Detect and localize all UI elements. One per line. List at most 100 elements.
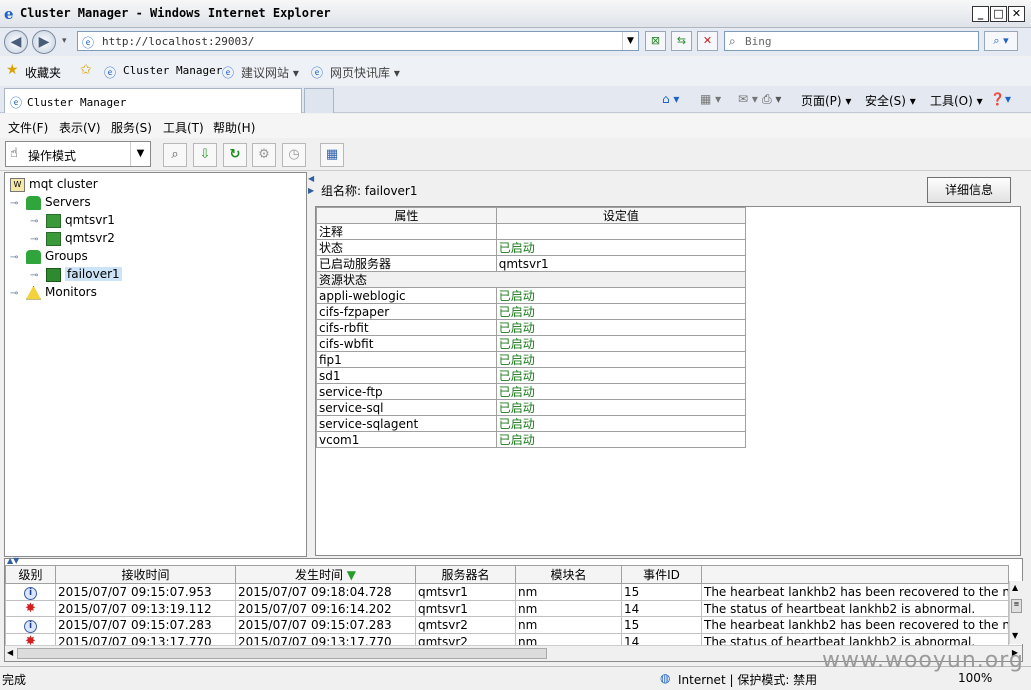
search-provider-icon: ⌕ [729, 34, 736, 48]
col-module-name[interactable]: 模块名 [515, 565, 622, 584]
fav-item-web-slice-gallery[interactable]: 网页快讯库 ▾ [330, 64, 400, 81]
property-row: cifs-wbfit 已启动 [316, 335, 747, 352]
help-icon[interactable]: ❓▾ [990, 92, 1011, 106]
grid-view-icon[interactable]: ▦ [320, 143, 344, 167]
reload-icon[interactable]: ↻ [223, 143, 247, 167]
address-dropdown-icon[interactable]: ▼ [622, 32, 638, 50]
pane-splitter[interactable]: ◀ ▶ [308, 172, 314, 557]
maximize-button[interactable]: □ [990, 6, 1007, 22]
tree-server-qmtsvr1[interactable]: qmtsvr1 [46, 213, 115, 228]
hand-icon: ☝ [10, 146, 18, 161]
property-name: service-ftp [316, 383, 497, 400]
property-name: fip1 [316, 351, 497, 368]
mode-select[interactable]: ☝ 操作模式 ▼ [5, 141, 151, 167]
close-window-button[interactable]: ✕ [1008, 6, 1025, 22]
vertical-scrollbar[interactable]: ▲ ≡ ▼ [1009, 581, 1023, 644]
tree-group-failover1[interactable]: failover1 [46, 267, 122, 282]
status-text: 完成 [2, 673, 27, 687]
menu-view[interactable]: 表示(V) [59, 119, 101, 136]
info-icon: i [24, 620, 37, 633]
event-level: i [5, 583, 56, 601]
new-tab-button[interactable] [304, 88, 334, 113]
minimize-button[interactable]: _ [972, 6, 989, 22]
event-occur: 2015/07/07 09:16:14.202 [235, 600, 416, 617]
home-icon[interactable]: ⌂ ▾ [662, 92, 679, 106]
compatibility-view-button[interactable]: ⊠ [645, 31, 666, 51]
search-input[interactable]: ⌕ Bing [724, 31, 979, 51]
tree-servers[interactable]: Servers [26, 195, 91, 210]
server-icon [46, 213, 61, 228]
tree-groups[interactable]: Groups [26, 249, 88, 264]
clock-icon[interactable]: ◷ [282, 143, 306, 167]
stop-icon[interactable]: ✕ [697, 31, 718, 51]
server-icon [46, 231, 61, 246]
event-row[interactable]: ✸ 2015/07/07 09:13:19.112 2015/07/07 09:16… [5, 600, 1009, 617]
col-server-name[interactable]: 服务器名 [415, 565, 516, 584]
property-table-area: 属性 设定值 注释 状态 已启动 已启动服务器 qmtsvr1 资源状态 appli-web… [315, 206, 1021, 556]
search-tool-button[interactable]: ⌕ [163, 143, 187, 167]
property-name: 注释 [316, 223, 497, 240]
event-occur: 2015/07/07 09:18:04.728 [235, 583, 416, 601]
expand-icon[interactable]: ⊸ [10, 288, 18, 299]
search-button[interactable]: ⌕ ▾ [984, 31, 1018, 51]
zoom-level[interactable]: 100% [958, 671, 992, 685]
warning-icon [26, 285, 41, 300]
property-value: qmtsvr1 [495, 255, 747, 272]
back-button[interactable]: ◀ [4, 30, 28, 54]
col-occurred-time-label: 发生时间 ▼ [294, 568, 357, 582]
safety-menu[interactable]: 安全(S) ▾ [865, 92, 916, 109]
property-value: 已启动 [495, 367, 747, 384]
scroll-down-icon[interactable]: ▼ [1012, 631, 1018, 640]
fav-item-suggested-sites[interactable]: 建议网站 ▾ [241, 64, 299, 81]
tree-group-label: failover1 [65, 267, 122, 281]
recent-pages-dropdown-icon[interactable]: ▾ [62, 36, 67, 46]
tree-server-qmtsvr2[interactable]: qmtsvr2 [46, 231, 115, 246]
scroll-left-icon[interactable]: ◀ [7, 648, 13, 657]
favorites-button[interactable]: 收藏夹 [25, 64, 61, 81]
col-level[interactable]: 级别 [5, 565, 56, 584]
collapse-icon[interactable]: ⊸ [10, 198, 18, 209]
gear-icon[interactable]: ⚙ [252, 143, 276, 167]
tools-menu[interactable]: 工具(O) ▾ [930, 92, 983, 109]
event-row[interactable]: i 2015/07/07 09:15:07.283 2015/07/07 09:15… [5, 616, 1009, 634]
print-icon[interactable]: ⎙ ▾ [762, 92, 781, 107]
property-value: 已启动 [495, 431, 747, 448]
scroll-thumb[interactable]: ≡ [1011, 599, 1022, 613]
col-received-time[interactable]: 接收时间 [55, 565, 236, 584]
feeds-icon[interactable]: ▦ ▾ [700, 92, 721, 106]
tab-cluster-manager[interactable]: ⓔ Cluster Manager [4, 88, 302, 113]
expand-arrow-icon[interactable]: ▶ [308, 186, 314, 195]
svg-text:e: e [4, 6, 14, 21]
pane-toggle-icon[interactable]: ▲▼ [7, 556, 19, 565]
tree-root[interactable]: Wmqt cluster [10, 177, 98, 192]
download-icon[interactable]: ⇩ [193, 143, 217, 167]
zone-text: Internet | 保护模式: 禁用 [678, 673, 818, 687]
refresh-icon[interactable]: ⇆ [671, 31, 692, 51]
mail-icon[interactable]: ✉ ▾ [738, 92, 758, 106]
property-value: 已启动 [495, 319, 747, 336]
collapse-arrow-icon[interactable]: ◀ [308, 174, 314, 183]
event-row[interactable]: i 2015/07/07 09:15:07.953 2015/07/07 09:18… [5, 583, 1009, 601]
details-button[interactable]: 详细信息 [927, 177, 1011, 203]
fav-item-cluster-manager[interactable]: Cluster Manager [123, 64, 222, 77]
menu-tools[interactable]: 工具(T) [163, 119, 204, 136]
tree-monitors[interactable]: Monitors [26, 285, 97, 300]
property-value: 已启动 [495, 335, 747, 352]
property-name: cifs-rbfit [316, 319, 497, 336]
col-event-id[interactable]: 事件ID [621, 565, 702, 584]
col-message[interactable] [701, 565, 1009, 584]
scroll-up-icon[interactable]: ▲ [1012, 583, 1018, 592]
col-occurred-time[interactable]: 发生时间 ▼ [235, 565, 416, 584]
forward-button[interactable]: ▶ [32, 30, 56, 54]
add-favorite-icon[interactable]: ✩ [80, 62, 92, 78]
menu-service[interactable]: 服务(S) [111, 119, 152, 136]
page-menu[interactable]: 页面(P) ▾ [801, 92, 851, 109]
tree-server-label: qmtsvr1 [65, 213, 115, 227]
menu-help[interactable]: 帮助(H) [213, 119, 255, 136]
event-recv: 2015/07/07 09:13:19.112 [55, 600, 236, 617]
collapse-icon[interactable]: ⊸ [10, 252, 18, 263]
hscroll-thumb[interactable] [17, 648, 547, 659]
address-input[interactable]: ⓔ http://localhost:29003/ ▼ [77, 31, 639, 51]
app-toolbar: ☝ 操作模式 ▼ ⌕ ⇩ ↻ ⚙ ◷ ▦ [0, 138, 1031, 171]
menu-file[interactable]: 文件(F) [8, 119, 48, 136]
